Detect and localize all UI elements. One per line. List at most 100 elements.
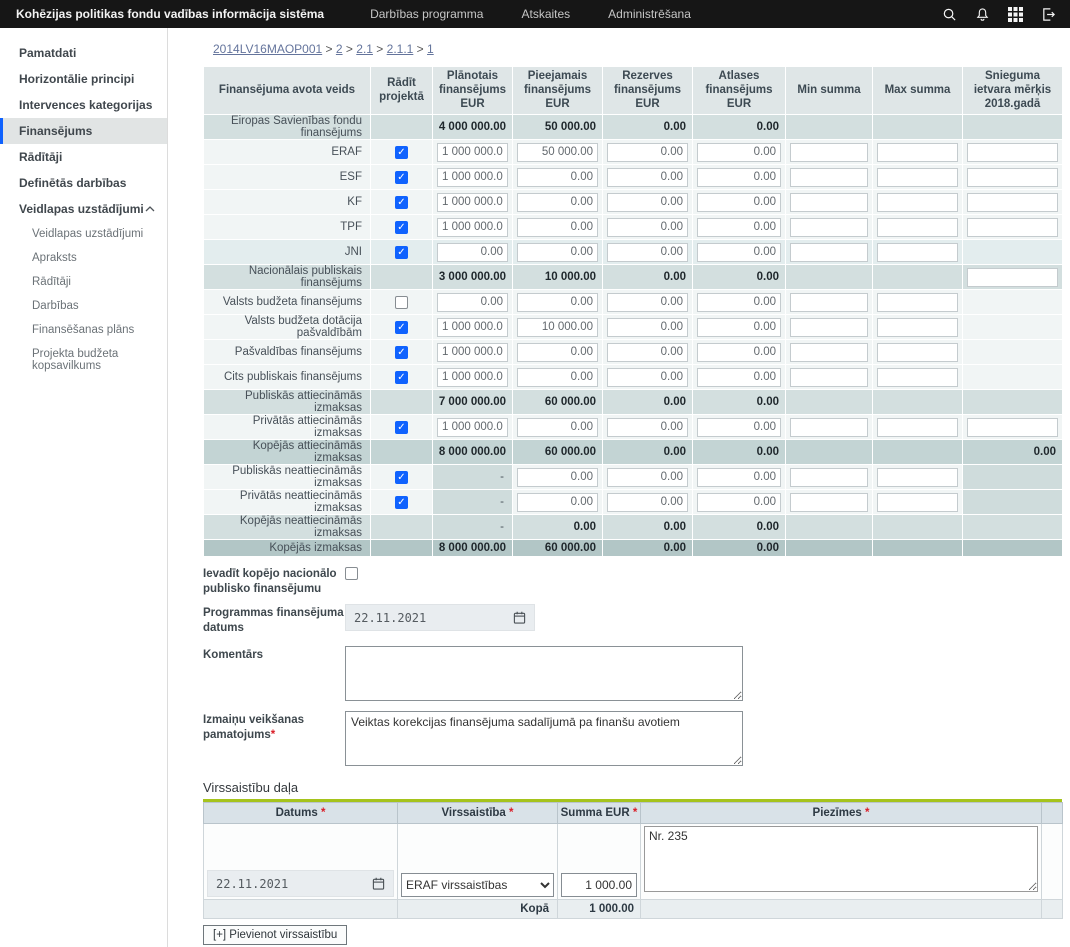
available-input[interactable]	[517, 168, 598, 187]
selection-input[interactable]	[697, 318, 781, 337]
sidebar-subitem[interactable]: Apraksts	[0, 246, 167, 270]
max-sum-input[interactable]	[877, 468, 958, 487]
available-input[interactable]	[517, 493, 598, 512]
reserve-input[interactable]	[607, 468, 688, 487]
reserve-input[interactable]	[607, 493, 688, 512]
performance-input[interactable]	[967, 218, 1058, 237]
selection-input[interactable]	[697, 218, 781, 237]
selection-input[interactable]	[697, 368, 781, 387]
min-sum-input[interactable]	[790, 343, 868, 362]
sidebar-item-pamatdati[interactable]: Pamatdati	[0, 40, 167, 66]
show-in-project-checkbox[interactable]: ✓	[395, 321, 408, 334]
available-input[interactable]	[517, 218, 598, 237]
overcommitment-type-select[interactable]: ERAF virssaistības	[401, 873, 554, 897]
available-input[interactable]	[517, 143, 598, 162]
max-sum-input[interactable]	[877, 293, 958, 312]
reserve-input[interactable]	[607, 418, 688, 437]
breadcrumb-link[interactable]: 1	[427, 42, 434, 56]
search-icon[interactable]	[941, 6, 957, 22]
selection-input[interactable]	[697, 168, 781, 187]
available-input[interactable]	[517, 368, 598, 387]
notifications-icon[interactable]	[974, 6, 990, 22]
max-sum-input[interactable]	[877, 368, 958, 387]
max-sum-input[interactable]	[877, 343, 958, 362]
breadcrumb-link[interactable]: 2.1	[356, 42, 373, 56]
min-sum-input[interactable]	[790, 143, 868, 162]
available-input[interactable]	[517, 318, 598, 337]
planned-input[interactable]	[437, 168, 508, 187]
min-sum-input[interactable]	[790, 193, 868, 212]
topbar-nav-item[interactable]: Administrēšana	[608, 7, 691, 21]
sidebar-subitem[interactable]: Finansēšanas plāns	[0, 318, 167, 342]
selection-input[interactable]	[697, 468, 781, 487]
sidebar-item-finans-jums[interactable]: Finansējums	[0, 118, 167, 144]
overcommitment-date-input[interactable]: 22.11.2021	[207, 870, 394, 897]
available-input[interactable]	[517, 418, 598, 437]
max-sum-input[interactable]	[877, 143, 958, 162]
sidebar-subitem[interactable]: Darbības	[0, 294, 167, 318]
available-input[interactable]	[517, 193, 598, 212]
show-in-project-checkbox[interactable]: ✓	[395, 196, 408, 209]
planned-input[interactable]	[437, 343, 508, 362]
reserve-input[interactable]	[607, 193, 688, 212]
logout-icon[interactable]	[1040, 6, 1056, 22]
performance-input[interactable]	[967, 143, 1058, 162]
reserve-input[interactable]	[607, 168, 688, 187]
min-sum-input[interactable]	[790, 293, 868, 312]
programme-funding-date-input[interactable]: 22.11.2021	[345, 604, 535, 631]
sidebar-item-intervences-kategorijas[interactable]: Intervences kategorijas	[0, 92, 167, 118]
reserve-input[interactable]	[607, 243, 688, 262]
planned-input[interactable]	[437, 143, 508, 162]
planned-input[interactable]	[437, 418, 508, 437]
overcommitment-amount-input[interactable]	[561, 873, 637, 897]
min-sum-input[interactable]	[790, 243, 868, 262]
min-sum-input[interactable]	[790, 418, 868, 437]
show-in-project-checkbox[interactable]: ✓	[395, 496, 408, 509]
sidebar-subitem[interactable]: Projekta budžeta kopsavilkums	[0, 342, 167, 378]
show-in-project-checkbox[interactable]	[395, 296, 408, 309]
reserve-input[interactable]	[607, 318, 688, 337]
min-sum-input[interactable]	[790, 368, 868, 387]
sidebar-subitem[interactable]: Veidlapas uzstādījumi	[0, 222, 167, 246]
topbar-nav-item[interactable]: Atskaites	[521, 7, 570, 21]
sidebar-item-r-d-t-ji[interactable]: Rādītāji	[0, 144, 167, 170]
show-in-project-checkbox[interactable]: ✓	[395, 421, 408, 434]
breadcrumb-link[interactable]: 2	[336, 42, 343, 56]
max-sum-input[interactable]	[877, 243, 958, 262]
sidebar-item-horizont-lie-principi[interactable]: Horizontālie principi	[0, 66, 167, 92]
sidebar-item-veidlapas-uzst-d-jumi[interactable]: Veidlapas uzstādījumi	[0, 196, 167, 222]
selection-input[interactable]	[697, 418, 781, 437]
show-in-project-checkbox[interactable]: ✓	[395, 371, 408, 384]
topbar-nav-item[interactable]: Darbības programma	[370, 7, 483, 21]
available-input[interactable]	[517, 293, 598, 312]
show-in-project-checkbox[interactable]: ✓	[395, 146, 408, 159]
available-input[interactable]	[517, 468, 598, 487]
performance-input[interactable]	[967, 418, 1058, 437]
min-sum-input[interactable]	[790, 318, 868, 337]
selection-input[interactable]	[697, 293, 781, 312]
selection-input[interactable]	[697, 343, 781, 362]
performance-input[interactable]	[967, 193, 1058, 212]
selection-input[interactable]	[697, 493, 781, 512]
performance-input[interactable]	[967, 168, 1058, 187]
overcommitment-notes-textarea[interactable]: Nr. 235	[644, 826, 1038, 892]
planned-input[interactable]	[437, 218, 508, 237]
planned-input[interactable]	[437, 193, 508, 212]
show-in-project-checkbox[interactable]: ✓	[395, 246, 408, 259]
planned-input[interactable]	[437, 368, 508, 387]
selection-input[interactable]	[697, 143, 781, 162]
selection-input[interactable]	[697, 243, 781, 262]
reserve-input[interactable]	[607, 343, 688, 362]
show-in-project-checkbox[interactable]: ✓	[395, 171, 408, 184]
available-input[interactable]	[517, 243, 598, 262]
max-sum-input[interactable]	[877, 493, 958, 512]
max-sum-input[interactable]	[877, 318, 958, 337]
breadcrumb-link[interactable]: 2014LV16MAOP001	[213, 42, 322, 56]
max-sum-input[interactable]	[877, 193, 958, 212]
min-sum-input[interactable]	[790, 468, 868, 487]
planned-input[interactable]	[437, 293, 508, 312]
show-in-project-checkbox[interactable]: ✓	[395, 346, 408, 359]
planned-input[interactable]	[437, 318, 508, 337]
available-input[interactable]	[517, 343, 598, 362]
min-sum-input[interactable]	[790, 218, 868, 237]
